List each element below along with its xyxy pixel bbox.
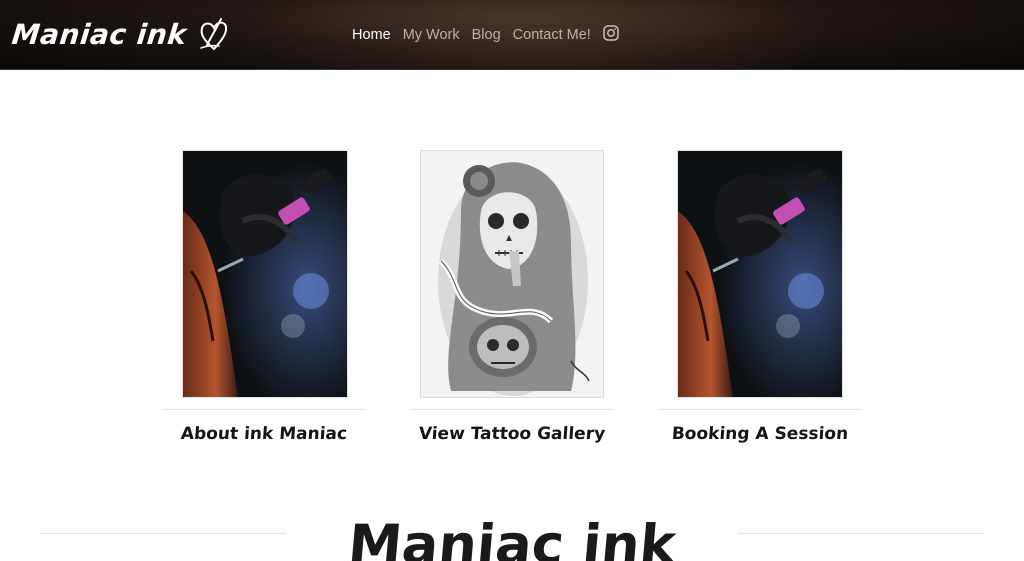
tattoo-artist-image[interactable] xyxy=(677,150,843,398)
tattoo-artist-image[interactable] xyxy=(182,150,348,398)
brand-logo[interactable]: Maniac ink xyxy=(10,12,231,56)
heart-signature-icon xyxy=(199,18,227,51)
main-nav: Home My Work Blog Contact Me! xyxy=(352,22,619,48)
site-header: Maniac ink Home My Work Blog Contact Me! xyxy=(0,0,1024,70)
card-divider xyxy=(162,409,366,410)
card-about-label[interactable]: About ink Maniac xyxy=(161,424,366,444)
nav-item-my-work[interactable]: My Work xyxy=(403,27,460,43)
section-title: Maniac ink xyxy=(345,513,679,561)
card-gallery-label[interactable]: View Tattoo Gallery xyxy=(409,424,614,444)
section-divider-right xyxy=(738,533,984,534)
card-divider xyxy=(658,409,862,410)
nav-item-blog[interactable]: Blog xyxy=(472,27,501,43)
section-divider-left xyxy=(40,533,286,534)
card-divider xyxy=(410,409,614,410)
nav-item-home[interactable]: Home xyxy=(352,27,391,43)
card-booking-label[interactable]: Booking A Session xyxy=(657,424,862,444)
nav-item-contact[interactable]: Contact Me! xyxy=(513,27,591,43)
sugar-skull-tattoo-image[interactable] xyxy=(420,150,604,398)
instagram-icon[interactable] xyxy=(603,25,619,41)
brand-name[interactable]: Maniac ink xyxy=(10,18,188,51)
